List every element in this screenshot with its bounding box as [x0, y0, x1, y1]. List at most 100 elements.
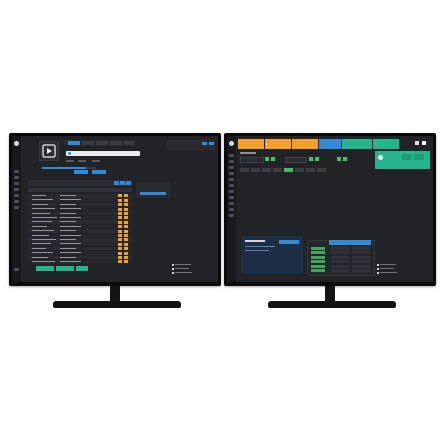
- action-button[interactable]: [92, 170, 106, 174]
- tab[interactable]: [110, 141, 122, 145]
- left-sidebar-logo-icon[interactable]: [14, 141, 19, 146]
- filter-chip[interactable]: [317, 168, 326, 172]
- control-field[interactable]: [240, 157, 264, 163]
- toggle-green[interactable]: [315, 157, 319, 161]
- action-button[interactable]: [74, 170, 88, 174]
- list-grid-cell-green[interactable]: [311, 255, 325, 259]
- navy-panel-button[interactable]: [279, 240, 299, 244]
- confirm-button[interactable]: [76, 266, 88, 271]
- right-sidebar-item-icon[interactable]: [229, 166, 234, 169]
- confirm-button[interactable]: [36, 266, 54, 271]
- status-cell-orange[interactable]: [124, 198, 128, 202]
- status-cell-orange[interactable]: [118, 216, 122, 220]
- tab[interactable]: [96, 141, 108, 145]
- right-sidebar-item-icon[interactable]: [229, 208, 234, 211]
- list-grid-cell-green[interactable]: [311, 247, 325, 250]
- status-button[interactable]: [414, 154, 424, 160]
- status-cell-orange[interactable]: [124, 203, 128, 207]
- list-grid-cell[interactable]: [352, 255, 370, 259]
- list-grid-cell[interactable]: [352, 247, 370, 250]
- orange-tile[interactable]: [265, 139, 291, 149]
- toggle-green[interactable]: [309, 157, 313, 161]
- status-cell-orange[interactable]: [124, 260, 128, 264]
- status-cell-orange[interactable]: [124, 212, 128, 215]
- confirm-button[interactable]: [56, 266, 74, 271]
- left-sidebar-settings-icon[interactable]: [14, 268, 19, 271]
- toolbar-button[interactable]: [120, 181, 125, 185]
- left-sidebar-item-icon[interactable]: [14, 194, 19, 197]
- right-sidebar-item-icon[interactable]: [229, 190, 234, 193]
- header-button[interactable]: [202, 142, 207, 145]
- status-cell-orange[interactable]: [118, 220, 122, 224]
- right-sidebar-item-icon[interactable]: [229, 172, 234, 175]
- status-cell-orange[interactable]: [118, 251, 122, 255]
- left-sidebar-item-icon[interactable]: [14, 176, 19, 179]
- orange-tile[interactable]: [292, 139, 318, 149]
- status-cell-orange[interactable]: [124, 194, 128, 198]
- list-grid-cell-green[interactable]: [311, 251, 325, 255]
- toggle-green[interactable]: [265, 157, 269, 161]
- filter-chip[interactable]: [306, 168, 315, 172]
- toggle-green[interactable]: [343, 157, 347, 161]
- status-cell-orange[interactable]: [124, 256, 128, 259]
- status-cell-orange[interactable]: [124, 207, 128, 211]
- filter-chip[interactable]: [273, 168, 282, 172]
- filter-chip[interactable]: [262, 168, 271, 172]
- status-icon[interactable]: [378, 155, 383, 160]
- list-grid-cell[interactable]: [352, 251, 370, 255]
- right-sidebar-item-icon[interactable]: [229, 178, 234, 181]
- status-cell-orange[interactable]: [124, 242, 128, 246]
- left-sidebar-item-icon[interactable]: [14, 170, 19, 173]
- left-sidebar-item-icon[interactable]: [14, 206, 19, 209]
- status-cell-orange[interactable]: [124, 220, 128, 224]
- status-cell-orange[interactable]: [118, 212, 122, 215]
- status-cell-orange[interactable]: [118, 207, 122, 211]
- status-cell-orange[interactable]: [124, 225, 128, 229]
- right-sidebar-item-icon[interactable]: [229, 196, 234, 199]
- teal-tile[interactable]: [342, 139, 372, 149]
- status-cell-orange[interactable]: [118, 238, 122, 242]
- status-cell-orange[interactable]: [118, 242, 122, 246]
- toggle-green[interactable]: [337, 157, 341, 161]
- status-cell-orange[interactable]: [118, 260, 122, 264]
- filter-chip[interactable]: [92, 160, 100, 162]
- status-cell-orange[interactable]: [118, 234, 122, 237]
- status-cell-orange[interactable]: [118, 225, 122, 229]
- status-cell-orange[interactable]: [118, 194, 122, 198]
- status-cell-orange[interactable]: [118, 203, 122, 207]
- toggle-green[interactable]: [271, 157, 275, 161]
- filter-chip-active[interactable]: [284, 168, 293, 172]
- right-sidebar-item-icon[interactable]: [229, 214, 234, 217]
- header-button[interactable]: [209, 142, 214, 145]
- toolbar-button[interactable]: [114, 181, 119, 185]
- right-sidebar-item-icon[interactable]: [229, 202, 234, 205]
- orange-tile[interactable]: [238, 139, 264, 149]
- tab[interactable]: [82, 141, 94, 145]
- toolbar-button[interactable]: [126, 181, 131, 185]
- status-cell-orange[interactable]: [124, 229, 128, 233]
- right-sidebar-item-icon[interactable]: [229, 184, 234, 187]
- list-grid-cell[interactable]: [331, 247, 349, 250]
- edit-icon[interactable]: [415, 141, 419, 145]
- list-grid-cell[interactable]: [352, 260, 370, 264]
- status-cell-orange[interactable]: [124, 247, 128, 251]
- status-cell-orange[interactable]: [124, 238, 128, 242]
- list-grid-cell-green[interactable]: [311, 269, 325, 272]
- filter-chip[interactable]: [66, 160, 74, 162]
- left-sidebar-item-icon[interactable]: [14, 182, 19, 185]
- status-cell-orange[interactable]: [118, 229, 122, 233]
- teal-tile[interactable]: [373, 139, 399, 149]
- list-grid-cell[interactable]: [352, 269, 370, 272]
- right-sidebar-item-icon[interactable]: [229, 160, 234, 163]
- status-cell-orange[interactable]: [118, 256, 122, 259]
- status-button[interactable]: [402, 154, 412, 160]
- close-icon[interactable]: [422, 141, 426, 145]
- tab[interactable]: [124, 141, 134, 145]
- list-grid-cell[interactable]: [331, 260, 349, 264]
- filter-chip[interactable]: [295, 168, 304, 172]
- right-sidebar-logo-icon[interactable]: [229, 141, 234, 146]
- list-grid-cell-green[interactable]: [311, 260, 325, 264]
- filter-chip[interactable]: [251, 168, 260, 172]
- right-sidebar-item-icon[interactable]: [229, 154, 234, 157]
- filter-chip[interactable]: [240, 168, 249, 172]
